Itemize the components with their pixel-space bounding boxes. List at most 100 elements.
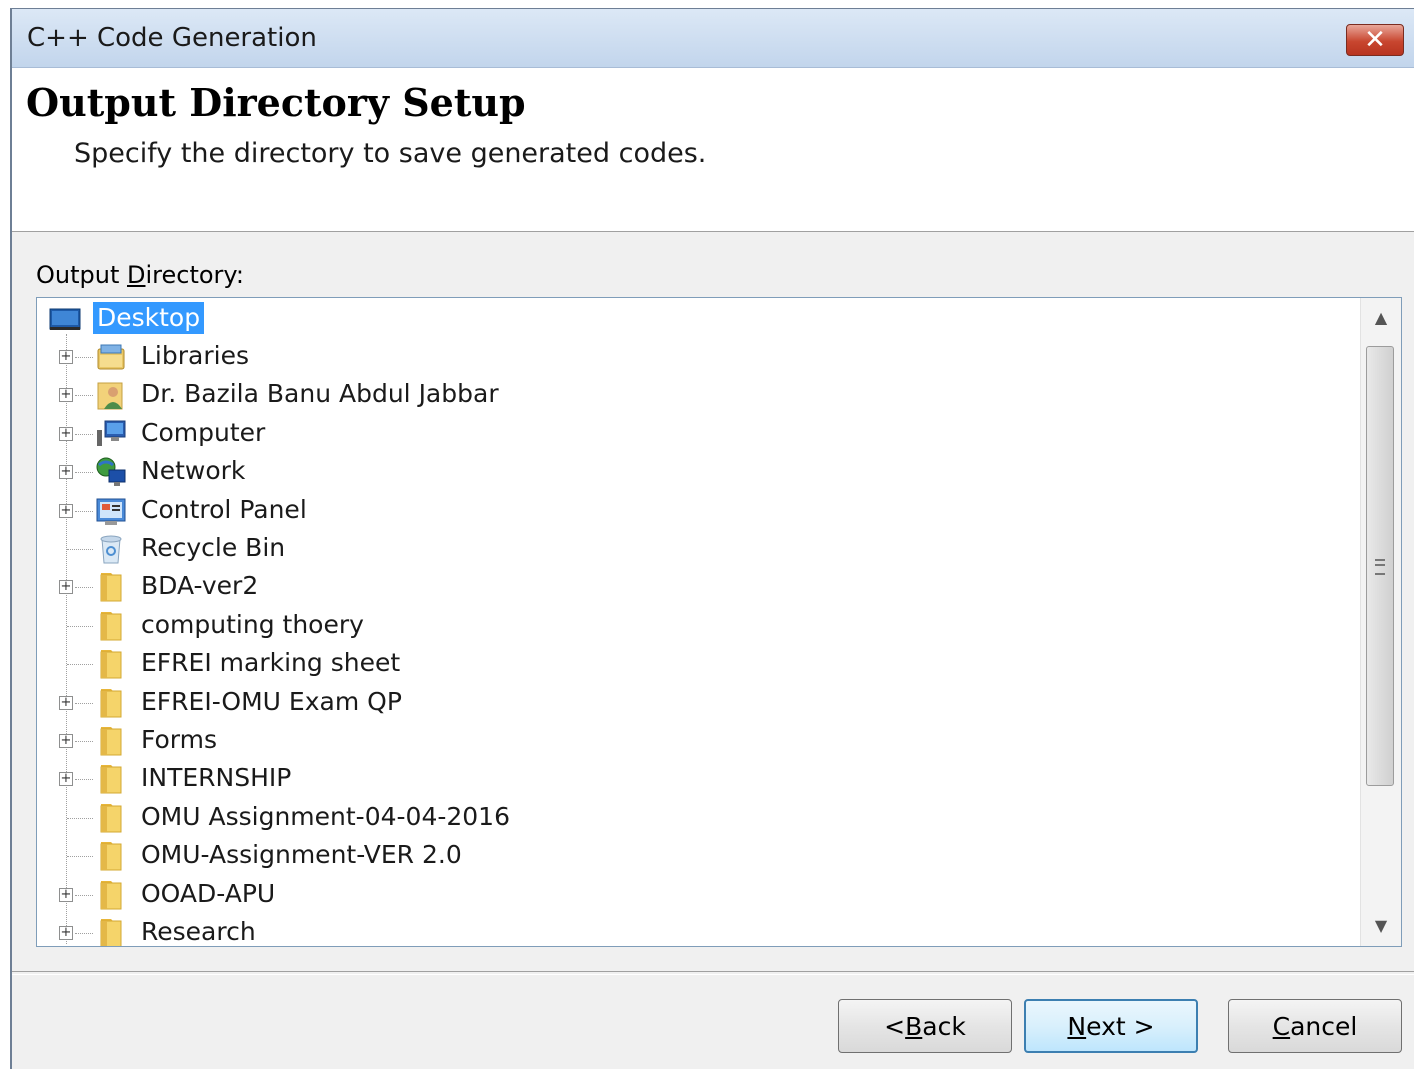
tree-item[interactable]: + Forms [37, 722, 1357, 760]
folder-icon [100, 803, 122, 833]
libraries-icon [97, 344, 125, 370]
folder-icon [100, 573, 122, 602]
folder-icon [100, 842, 122, 871]
tree-item-label[interactable]: OMU Assignment-04-04-2016 [137, 801, 514, 833]
tree-item-label[interactable]: Recycle Bin [137, 532, 289, 564]
expand-icon[interactable]: + [59, 465, 73, 480]
page-title: Output Directory Setup [26, 80, 526, 125]
tree-item-label[interactable]: Computer [137, 417, 269, 449]
tree-item[interactable]: + Network [37, 453, 1357, 491]
tree-item[interactable]: OMU-Assignment-VER 2.0 [37, 837, 1357, 875]
next-button[interactable]: Next > [1024, 999, 1198, 1053]
button-mnemonic: N [1067, 1011, 1087, 1041]
tree-item-label[interactable]: EFREI marking sheet [137, 647, 404, 679]
tree-item-desktop[interactable]: Desktop [37, 300, 1357, 338]
folder-icon [100, 919, 122, 946]
expand-icon[interactable]: + [59, 350, 73, 364]
computer-icon [97, 420, 126, 446]
label-mnemonic: D [127, 261, 146, 289]
expand-icon[interactable]: + [59, 734, 73, 748]
tree-item[interactable]: + Control Panel [37, 492, 1357, 530]
tree-guide-line [75, 510, 93, 512]
user-folder-icon [97, 382, 123, 410]
folder-icon [100, 650, 122, 679]
button-text: ancel [1290, 1011, 1358, 1041]
tree-item-label[interactable]: Research [137, 916, 260, 946]
tree-item-label[interactable]: Libraries [137, 340, 253, 372]
tree-item-label[interactable]: Forms [137, 724, 221, 756]
tree-item-label[interactable]: Control Panel [137, 494, 311, 526]
tree-item[interactable]: + Libraries [37, 338, 1357, 376]
scroll-up-icon[interactable]: ▲ [1361, 298, 1401, 338]
button-text: < [884, 1011, 906, 1041]
tree-item-label[interactable]: INTERNSHIP [137, 762, 295, 794]
folder-icon [100, 727, 122, 756]
scroll-thumb[interactable] [1366, 346, 1394, 786]
desktop-icon [49, 308, 81, 330]
tree-item-label[interactable]: Dr. Bazila Banu Abdul Jabbar [137, 378, 503, 410]
cancel-button[interactable]: Cancel [1228, 999, 1402, 1053]
expand-icon[interactable]: + [59, 887, 73, 902]
tree-item-label[interactable]: BDA-ver2 [137, 570, 262, 602]
tree-item[interactable]: OMU Assignment-04-04-2016 [37, 799, 1357, 837]
tree-item[interactable]: + BDA-ver2 [37, 568, 1357, 606]
label-text: irectory: [145, 261, 244, 289]
expand-icon[interactable]: + [59, 580, 73, 595]
page-subtitle: Specify the directory to save generated … [74, 138, 707, 169]
close-button[interactable]: ✕ [1346, 24, 1404, 56]
tree-item-label[interactable]: EFREI-OMU Exam QP [137, 686, 406, 718]
expand-icon[interactable]: + [59, 772, 73, 787]
window-title: C++ Code Generation [27, 23, 317, 53]
tree-item[interactable]: Recycle Bin [37, 530, 1357, 568]
network-icon [96, 457, 126, 487]
button-mnemonic: B [905, 1011, 923, 1041]
folder-icon [100, 611, 122, 641]
tree-guide-line [75, 933, 93, 934]
title-bar[interactable]: C++ Code Generation ✕ [12, 9, 1414, 68]
tree-guide-line [75, 433, 93, 435]
tree-guide-line [67, 549, 93, 550]
tree-item[interactable]: + Dr. Bazila Banu Abdul Jabbar [37, 376, 1357, 414]
tree-item[interactable]: + EFREI-OMU Exam QP [37, 684, 1357, 722]
button-mnemonic: C [1272, 1011, 1291, 1041]
tree-item-label[interactable]: computing thoery [137, 609, 368, 641]
scroll-down-icon[interactable]: ▼ [1361, 906, 1401, 946]
tree-item[interactable]: + Computer [37, 415, 1357, 453]
folder-icon [100, 880, 122, 910]
tree-guide-line [75, 472, 93, 474]
tree-item[interactable]: EFREI marking sheet [37, 645, 1357, 683]
close-icon: ✕ [1364, 25, 1386, 55]
expand-icon[interactable]: + [59, 503, 73, 518]
tree-item-label[interactable]: Desktop [93, 302, 205, 334]
tree-item-label[interactable]: OMU-Assignment-VER 2.0 [137, 839, 466, 871]
back-button[interactable]: < Back [838, 999, 1012, 1053]
folder-icon [100, 688, 122, 718]
vertical-scrollbar[interactable]: ▲ ▼ [1360, 298, 1401, 946]
expand-icon[interactable]: + [59, 388, 73, 403]
tree-guide-line [67, 664, 93, 666]
recycle-bin-icon [100, 535, 122, 564]
output-directory-label: Output Directory: [36, 261, 244, 289]
tree-guide-line [75, 395, 93, 397]
tree-guide-line [75, 779, 93, 781]
folder-icon [100, 765, 122, 794]
tree-item[interactable]: computing thoery [37, 607, 1357, 645]
tree-guide-line [67, 817, 93, 819]
wizard-header: Output Directory Setup Specify the direc… [12, 68, 1414, 232]
tree-item-label[interactable]: OOAD-APU [137, 878, 279, 910]
expand-icon[interactable]: + [59, 695, 73, 710]
expand-icon[interactable]: + [59, 926, 73, 940]
expand-icon[interactable]: + [59, 426, 73, 441]
tree-guide-line [67, 625, 93, 627]
grip-icon [1375, 559, 1385, 575]
tree-guide-line [75, 587, 93, 589]
tree-item[interactable]: + INTERNSHIP [37, 760, 1357, 798]
tree-item-label[interactable]: Network [137, 455, 249, 487]
tree-item[interactable]: + Research [37, 914, 1357, 946]
dialog-window: C++ Code Generation ✕ Output Directory S… [10, 8, 1414, 1069]
label-text: Output [36, 261, 127, 289]
directory-tree[interactable]: Desktop + Libraries + Dr. Bazila Banu Abdul… [36, 297, 1402, 947]
tree-guide-line [75, 357, 93, 358]
tree-item[interactable]: + OOAD-APU [37, 876, 1357, 914]
tree-guide-line [75, 741, 93, 742]
